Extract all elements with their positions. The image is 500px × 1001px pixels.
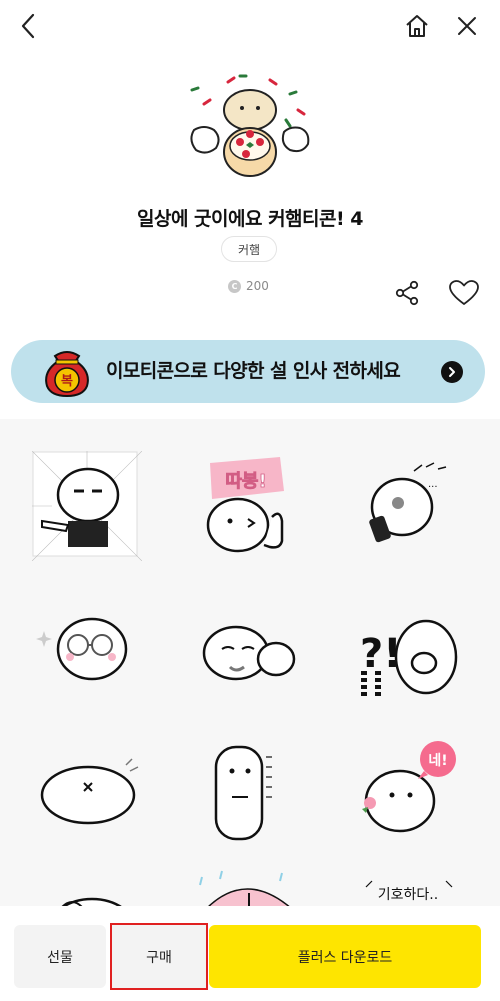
sticker-1[interactable] bbox=[31, 450, 143, 562]
sticker-bubble-text: 네! bbox=[428, 753, 447, 769]
sticker-11[interactable] bbox=[192, 863, 302, 909]
share-icon bbox=[395, 280, 419, 306]
banner-text: 이모티콘으로 다양한 설 인사 전하세요 bbox=[106, 360, 401, 382]
coin-icon: C bbox=[228, 279, 241, 293]
svg-text:따봉!: 따봉! bbox=[225, 471, 266, 492]
new-year-promo-banner[interactable]: 복 이모티콘으로 다양한 설 인사 전하세요 bbox=[11, 340, 485, 403]
emoticon-cover-image bbox=[180, 70, 320, 190]
sticker-caption-text: 기호하다.. bbox=[378, 887, 438, 903]
sticker-5[interactable] bbox=[192, 597, 302, 707]
plus-download-button[interactable]: 플러스 다운로드 bbox=[209, 925, 481, 988]
chevron-right-icon bbox=[441, 361, 463, 383]
price: C 200 bbox=[228, 279, 269, 293]
back-button[interactable] bbox=[12, 10, 46, 42]
product-title: 일상에 굿이에요 커햄티콘! 4 bbox=[136, 208, 364, 230]
emoticon-preview-grid: 따봉! ... ?! 네! 기호하다.. bbox=[0, 419, 500, 909]
sticker-10[interactable] bbox=[32, 877, 142, 909]
sticker-3[interactable]: ... bbox=[352, 451, 462, 561]
sticker-2[interactable]: 따봉! bbox=[192, 451, 302, 561]
sticker-12[interactable]: 기호하다.. bbox=[352, 863, 462, 909]
sticker-7[interactable] bbox=[32, 737, 142, 847]
sticker-9[interactable]: 네! bbox=[352, 737, 462, 847]
top-bar bbox=[0, 0, 500, 52]
share-button[interactable] bbox=[390, 276, 424, 310]
sticker-6[interactable]: ?! bbox=[352, 597, 462, 707]
price-value: 200 bbox=[246, 279, 269, 293]
lucky-bag-icon: 복 bbox=[41, 346, 93, 398]
bottom-action-bar: 선물 구매 플러스 다운로드 bbox=[0, 906, 500, 1001]
like-button[interactable] bbox=[446, 276, 482, 310]
heart-icon bbox=[449, 280, 479, 305]
svg-text:...: ... bbox=[428, 479, 438, 490]
gift-button[interactable]: 선물 bbox=[14, 925, 106, 988]
sticker-4[interactable] bbox=[32, 597, 142, 707]
lucky-bag-label: 복 bbox=[61, 374, 73, 389]
author-chip[interactable]: 커햄 bbox=[221, 236, 277, 262]
close-icon bbox=[458, 17, 476, 35]
home-icon bbox=[406, 15, 428, 37]
sticker-8[interactable] bbox=[192, 737, 302, 847]
home-button[interactable] bbox=[400, 10, 434, 42]
buy-button[interactable]: 구매 bbox=[110, 923, 208, 990]
close-button[interactable] bbox=[450, 10, 484, 42]
chevron-left-icon bbox=[21, 13, 35, 39]
